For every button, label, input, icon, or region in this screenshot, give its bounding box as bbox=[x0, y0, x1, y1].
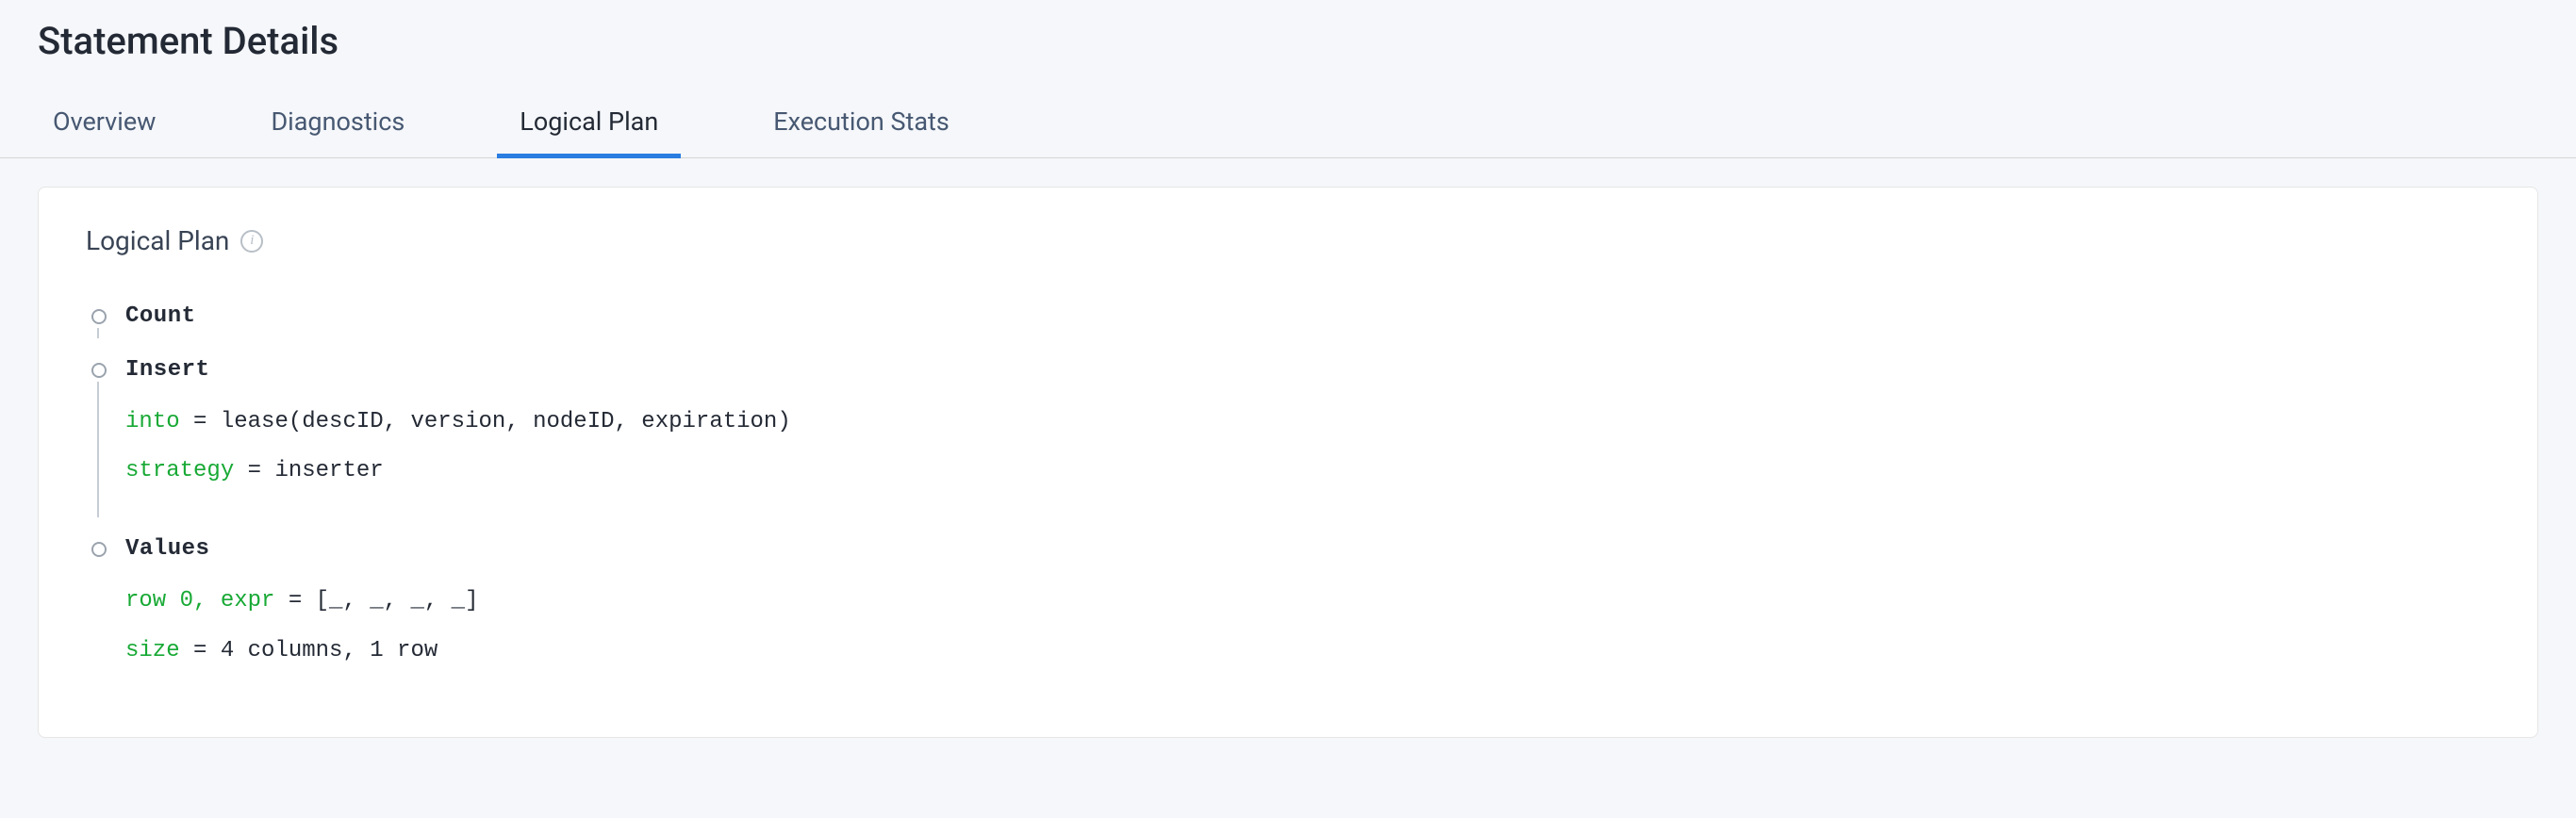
tab-overview[interactable]: Overview bbox=[38, 91, 171, 157]
plan-node-title: Count bbox=[125, 303, 2490, 331]
plan-detail-value: 4 columns, 1 row bbox=[221, 638, 438, 663]
plan-detail-eq: = bbox=[234, 458, 274, 483]
plan-detail-eq: = bbox=[180, 409, 221, 434]
plan-detail-key: size bbox=[125, 638, 180, 663]
plan-detail-value: inserter bbox=[274, 458, 383, 483]
page-title: Statement Details bbox=[0, 0, 2576, 91]
plan-detail-key: strategy bbox=[125, 458, 234, 483]
plan-node-body: into = lease(descID, version, nodeID, ex… bbox=[125, 403, 2490, 511]
plan-tree: Count Insert into = lease(descID, versio… bbox=[86, 303, 2490, 690]
tab-execution-stats[interactable]: Execution Stats bbox=[758, 91, 965, 157]
plan-node-values: Values row 0, expr = [_, _, _, _] size =… bbox=[86, 536, 2490, 689]
plan-detail-eq: = bbox=[180, 638, 221, 663]
tab-logical-plan[interactable]: Logical Plan bbox=[504, 91, 673, 157]
plan-detail: row 0, expr = [_, _, _, _] bbox=[125, 582, 2490, 621]
logical-plan-panel: Logical Plan i Count Insert into = lease… bbox=[38, 187, 2538, 738]
panel-title: Logical Plan bbox=[86, 225, 229, 256]
plan-detail-key: row 0, expr bbox=[125, 588, 274, 614]
plan-detail: strategy = inserter bbox=[125, 452, 2490, 491]
plan-node-title: Insert bbox=[125, 357, 2490, 384]
plan-detail: into = lease(descID, version, nodeID, ex… bbox=[125, 403, 2490, 442]
plan-detail: size = 4 columns, 1 row bbox=[125, 632, 2490, 671]
plan-node-title: Values bbox=[125, 536, 2490, 564]
tabs-bar: Overview Diagnostics Logical Plan Execut… bbox=[0, 91, 2576, 158]
plan-detail-eq: = bbox=[274, 588, 315, 614]
panel-header: Logical Plan i bbox=[86, 225, 2490, 256]
plan-node-insert: Insert into = lease(descID, version, nod… bbox=[86, 357, 2490, 510]
plan-detail-key: into bbox=[125, 409, 180, 434]
plan-node-body: row 0, expr = [_, _, _, _] size = 4 colu… bbox=[125, 582, 2490, 690]
plan-detail-value: [_, _, _, _] bbox=[316, 588, 479, 614]
plan-detail-value: lease(descID, version, nodeID, expiratio… bbox=[221, 409, 791, 434]
info-icon[interactable]: i bbox=[240, 230, 263, 253]
tab-diagnostics[interactable]: Diagnostics bbox=[256, 91, 420, 157]
plan-node-count: Count bbox=[86, 303, 2490, 331]
